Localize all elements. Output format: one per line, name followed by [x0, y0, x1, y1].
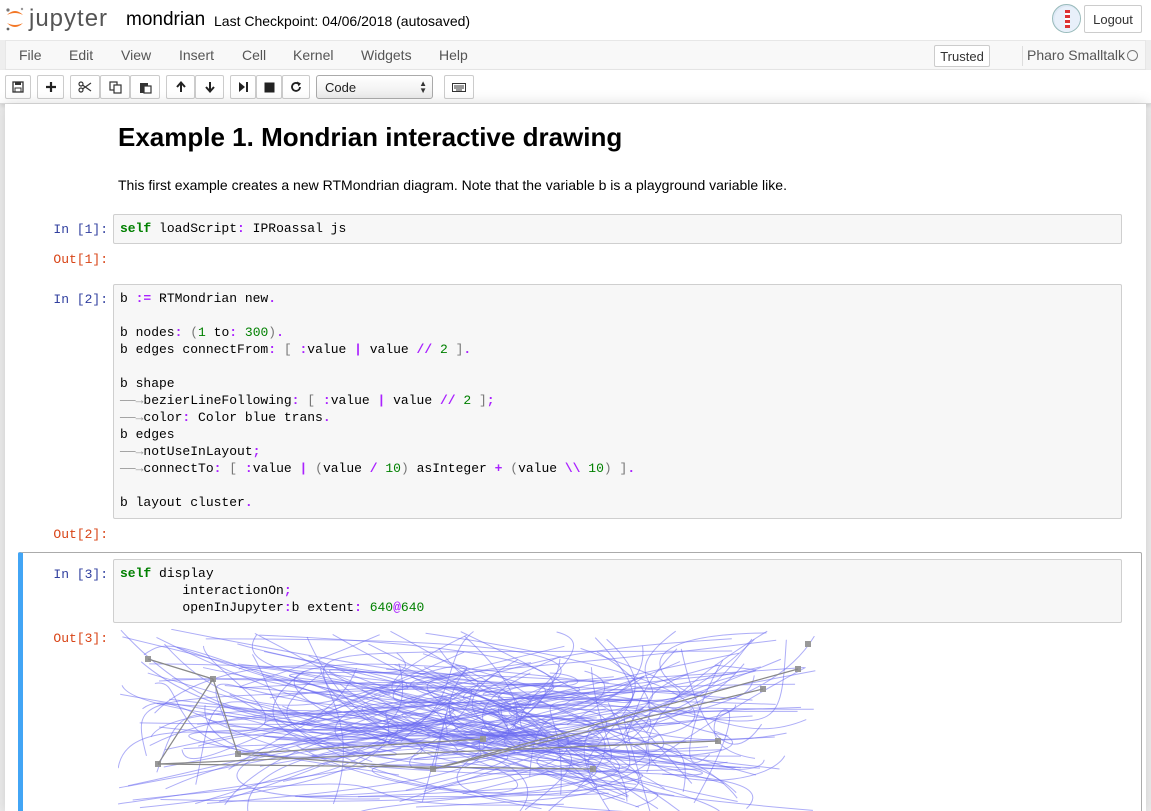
copy-button[interactable] — [100, 75, 130, 99]
keyboard-icon — [452, 82, 466, 92]
arrow-down-icon — [204, 82, 215, 93]
in-prompt: In [3]: — [53, 567, 108, 582]
plus-icon — [45, 82, 56, 92]
move-down-button[interactable] — [195, 75, 224, 99]
menu-insert[interactable]: Insert — [179, 47, 214, 63]
interrupt-button[interactable] — [256, 75, 282, 99]
move-up-button[interactable] — [166, 75, 195, 99]
out-prompt: Out[3]: — [53, 631, 108, 646]
logo-text: jupyter — [29, 5, 109, 32]
cut-icon — [78, 81, 92, 93]
paste-icon — [139, 82, 152, 94]
menu-cell[interactable]: Cell — [242, 47, 266, 63]
jupyter-logo-icon — [6, 7, 24, 31]
cell-type-select[interactable]: Code ▲ ▼ — [316, 75, 433, 99]
kernel-name: Pharo Smalltalk — [1027, 47, 1126, 63]
in-prompt: In [1]: — [53, 222, 108, 237]
copy-icon — [108, 80, 122, 94]
out-prompt: Out[2]: — [53, 527, 108, 542]
markdown-heading: Example 1. Mondrian interactive drawing — [118, 122, 623, 152]
cell-type-value: Code — [325, 79, 357, 95]
menu-kernel[interactable]: Kernel — [293, 47, 333, 63]
menu-widgets[interactable]: Widgets — [361, 47, 412, 63]
stop-icon — [264, 82, 274, 92]
markdown-paragraph: This first example creates a new RTMondr… — [118, 177, 787, 193]
notebook-name[interactable]: mondrian — [126, 9, 205, 31]
menu-view[interactable]: View — [121, 47, 151, 63]
edge-curve — [647, 630, 786, 781]
restart-icon — [291, 81, 301, 92]
kernel-logo-icon — [1052, 4, 1081, 33]
graph-node[interactable] — [805, 641, 811, 647]
in-prompt: In [2]: — [53, 292, 108, 307]
menu-help[interactable]: Help — [439, 47, 468, 63]
insert-cell-button[interactable] — [37, 75, 64, 99]
code-text: self loadScript: IPRoassal js — [120, 221, 347, 236]
run-button[interactable] — [230, 75, 256, 99]
paste-button[interactable] — [130, 75, 160, 99]
menu-file[interactable]: File — [19, 47, 42, 63]
code-text: b := RTMondrian new. b nodes: (1 to: 300… — [120, 291, 636, 510]
code-input[interactable]: b := RTMondrian new. b nodes: (1 to: 300… — [113, 284, 1122, 519]
out-prompt: Out[1]: — [53, 252, 108, 267]
jupyter-logo[interactable]: jupyter — [4, 5, 108, 33]
code-input[interactable]: self loadScript: IPRoassal js — [113, 214, 1122, 244]
code-text: self display interactionOn; openInJupyte… — [120, 566, 425, 615]
run-icon — [238, 82, 248, 92]
kernel-divider — [1022, 46, 1023, 66]
save-icon — [12, 81, 24, 93]
notebook-container[interactable]: Example 1. Mondrian interactive drawing … — [5, 104, 1146, 811]
code-input[interactable]: self display interactionOn; openInJupyte… — [113, 559, 1122, 623]
toolbar: Code ▲ ▼ — [0, 70, 1151, 104]
select-arrows-icon: ▲ ▼ — [419, 79, 427, 95]
trusted-indicator[interactable]: Trusted — [934, 45, 990, 67]
menu-edit[interactable]: Edit — [69, 47, 93, 63]
checkpoint-status: Last Checkpoint: 04/06/2018 (autosaved) — [214, 13, 471, 29]
save-button[interactable] — [5, 75, 31, 99]
restart-button[interactable] — [282, 75, 310, 99]
kernel-idle-icon — [1127, 50, 1138, 61]
mondrian-visualization[interactable] — [118, 629, 818, 811]
logout-button[interactable]: Logout — [1084, 5, 1142, 33]
tree-edge — [157, 678, 214, 765]
header: jupyter mondrian Last Checkpoint: 04/06/… — [0, 0, 1151, 40]
command-palette-button[interactable] — [444, 75, 474, 99]
arrow-up-icon — [175, 81, 186, 92]
cut-button[interactable] — [70, 75, 100, 99]
menubar: File Edit View Insert Cell Kernel Widget… — [5, 40, 1146, 70]
